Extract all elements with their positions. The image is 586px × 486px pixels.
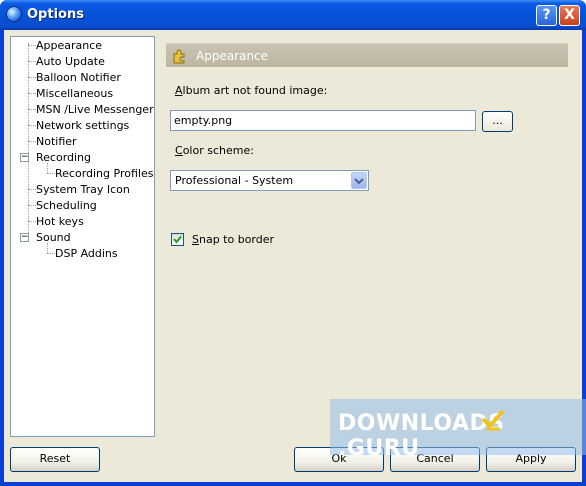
settings-panel: Appearance Album art not found image: em… xyxy=(160,36,576,437)
color-scheme-value: Professional - System xyxy=(175,174,294,187)
help-button[interactable]: ? xyxy=(536,5,557,26)
panel-header-title: Appearance xyxy=(196,49,269,63)
album-art-accel: A xyxy=(175,84,183,97)
reset-button[interactable]: Reset xyxy=(10,447,100,472)
color-scheme-select[interactable]: Professional - System xyxy=(170,170,369,191)
tree-item-miscellaneous[interactable]: Miscellaneous xyxy=(36,86,113,102)
watermark-text: DOWNLOADS.GURU xyxy=(338,411,586,461)
snap-to-border-label[interactable]: Snap to border xyxy=(192,233,274,246)
snap-accel: S xyxy=(192,233,199,246)
app-globe-icon xyxy=(6,6,22,22)
checkmark-icon xyxy=(173,235,182,244)
tree-item-notifier[interactable]: Notifier xyxy=(36,134,77,150)
collapse-sound-icon[interactable]: − xyxy=(20,233,29,242)
tree-item-system-tray-icon[interactable]: System Tray Icon xyxy=(36,182,130,198)
tree-item-scheduling[interactable]: Scheduling xyxy=(36,198,97,214)
watermark-overlay: DOWNLOADS.GURU xyxy=(330,399,586,461)
tree-connector xyxy=(47,253,55,254)
tree-item-hot-keys[interactable]: Hot keys xyxy=(36,214,84,230)
tree-item-recording-profiles[interactable]: Recording Profiles xyxy=(55,166,153,182)
close-button[interactable]: X xyxy=(559,5,580,26)
puzzle-piece-icon xyxy=(173,49,185,64)
options-window: Options ? X Appearance Auto Update Ballo… xyxy=(0,0,586,486)
title-bar[interactable]: Options ? X xyxy=(0,0,586,30)
dropdown-arrow-icon[interactable] xyxy=(351,172,367,189)
album-art-label-text: lbum art not found image: xyxy=(182,84,328,97)
download-check-icon xyxy=(481,409,505,431)
tree-item-balloon-notifier[interactable]: Balloon Notifier xyxy=(36,70,121,86)
snap-to-border-checkbox[interactable] xyxy=(171,233,184,246)
tree-item-msn-live-messenger[interactable]: MSN /Live Messenger xyxy=(36,102,154,118)
tree-item-appearance[interactable]: Appearance xyxy=(36,38,102,54)
window-title: Options xyxy=(27,7,84,22)
options-tree[interactable]: Appearance Auto Update Balloon Notifier … xyxy=(10,36,155,437)
tree-item-network-settings[interactable]: Network settings xyxy=(36,118,129,134)
snap-label-text: nap to border xyxy=(198,233,275,246)
tree-item-auto-update[interactable]: Auto Update xyxy=(36,54,105,70)
color-scheme-label: Color scheme: xyxy=(175,144,254,157)
panel-header: Appearance xyxy=(166,43,568,67)
tree-connector xyxy=(28,43,29,237)
tree-item-dsp-addins[interactable]: DSP Addins xyxy=(55,246,118,262)
watermark-suffix: .GURU xyxy=(338,436,420,461)
tree-item-sound[interactable]: Sound xyxy=(36,230,71,246)
chevron-down-icon xyxy=(354,178,364,185)
browse-button[interactable]: ... xyxy=(482,111,513,132)
album-art-input[interactable]: empty.png xyxy=(170,110,476,131)
color-scheme-accel: C xyxy=(175,144,183,157)
album-art-label: Album art not found image: xyxy=(175,84,327,97)
tree-connector xyxy=(47,173,55,174)
collapse-recording-icon[interactable]: − xyxy=(20,153,29,162)
color-scheme-label-text: olor scheme: xyxy=(182,144,254,157)
tree-item-recording[interactable]: Recording xyxy=(36,150,91,166)
